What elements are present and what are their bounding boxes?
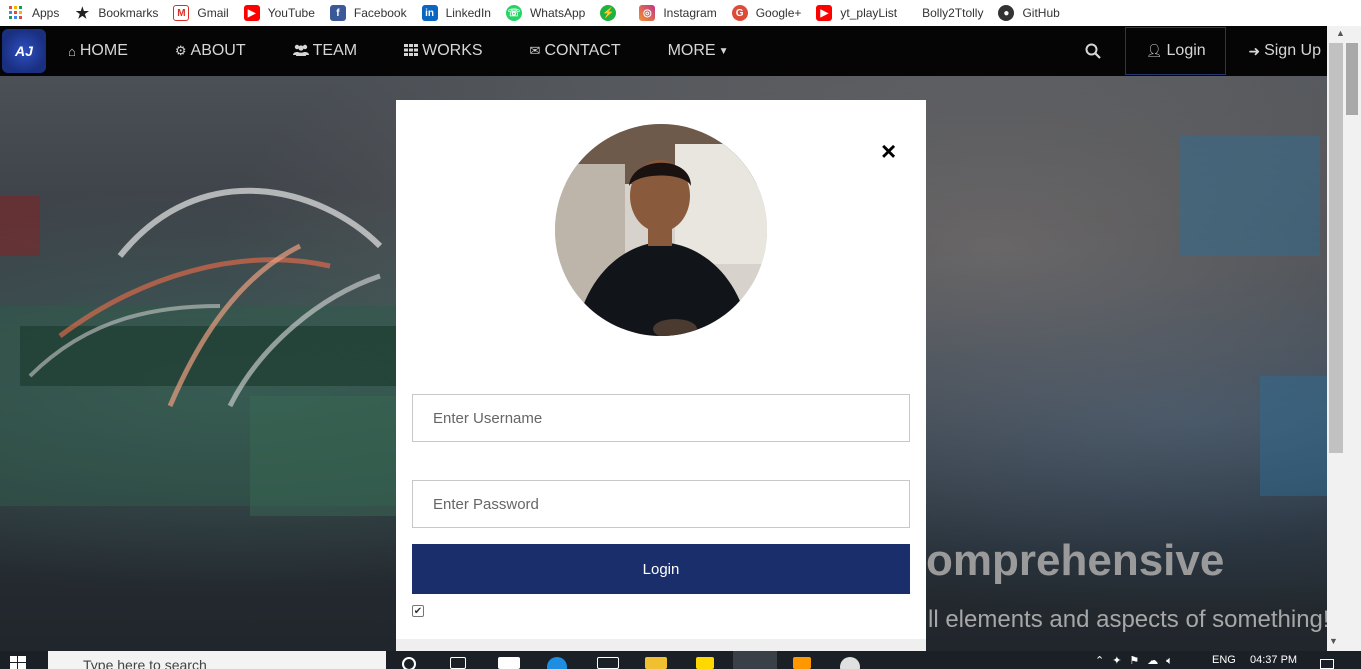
bookmark-label: Bookmarks — [98, 6, 159, 20]
bookmark-label: GitHub — [1022, 6, 1060, 20]
bookmark-github[interactable]: ● GitHub — [998, 5, 1060, 21]
bookmark-linkedin[interactable]: in LinkedIn — [421, 5, 491, 21]
bookmark-label: Gmail — [197, 6, 229, 20]
bookmark-google-plus[interactable]: G Google+ — [731, 5, 802, 21]
remember-me-checkbox[interactable]: ✔ — [412, 605, 424, 617]
whatsapp-icon: ☏ — [505, 5, 522, 21]
language-indicator[interactable]: ENG — [1212, 654, 1236, 666]
bookmark-label: WhatsApp — [529, 6, 586, 20]
nav-works[interactable]: WORKS — [404, 42, 483, 60]
site-logo[interactable]: AJ — [2, 29, 46, 73]
bookmark-bolt[interactable]: ⚡ — [600, 5, 624, 21]
username-input[interactable] — [412, 394, 910, 442]
bookmark-label: LinkedIn — [445, 6, 491, 20]
bookmark-label: Bolly2Ttolly — [922, 6, 984, 20]
gmail-icon: M — [173, 5, 190, 21]
nav-label: TEAM — [312, 42, 358, 59]
bookmark-label: yt_playList — [840, 6, 898, 20]
caret-down-icon: ▼ — [718, 45, 729, 57]
home-icon: ⌂ — [68, 43, 76, 59]
star-icon: ★ — [75, 5, 90, 22]
close-icon[interactable]: × — [881, 138, 896, 164]
nav-right-group: 👤︎ Login ➜ Sign Up — [1083, 26, 1327, 76]
bookmark-bookmarks[interactable]: ★ Bookmarks — [74, 5, 159, 22]
google-plus-icon: G — [731, 5, 748, 21]
avatar — [555, 124, 767, 336]
hero-subtitle: ll elements and aspects of something! — [928, 606, 1327, 633]
login-modal: × Login ✔ — [396, 100, 926, 651]
linkedin-icon: in — [421, 5, 438, 21]
nav-signup-label: Sign Up — [1264, 42, 1321, 59]
users-icon — [292, 44, 309, 59]
bookmark-label: Facebook — [353, 6, 407, 20]
bookmark-yt-playlist[interactable]: ▶ yt_playList — [816, 5, 897, 21]
sublime-icon[interactable] — [793, 657, 811, 669]
nav-label: CONTACT — [544, 42, 621, 59]
youtube-icon: ▶ — [816, 5, 833, 21]
login-submit-button[interactable]: Login — [412, 544, 910, 594]
github-icon: ● — [998, 5, 1015, 21]
bookmark-instagram[interactable]: ◎ Instagram — [639, 5, 717, 21]
scrollbar-thumb-secondary[interactable] — [1346, 43, 1358, 115]
nav-label: HOME — [79, 42, 128, 59]
bookmark-gmail[interactable]: M Gmail — [173, 5, 229, 21]
search-button[interactable] — [1083, 43, 1103, 59]
bookmark-apps[interactable]: Apps — [8, 5, 59, 21]
sticky-notes-icon[interactable] — [696, 657, 714, 669]
taskbar-search-box[interactable]: Type here to search — [48, 651, 386, 669]
nav-label: ABOUT — [190, 42, 246, 59]
paint-icon[interactable] — [840, 657, 860, 669]
nav-label: WORKS — [422, 42, 483, 59]
facebook-icon: f — [329, 5, 346, 21]
instagram-icon: ◎ — [639, 5, 656, 21]
tray-icons[interactable]: ⌃✦⚑☁🔈︎ — [1095, 654, 1181, 668]
bookmark-label: YouTube — [267, 6, 315, 20]
nav-login-button[interactable]: 👤︎ Login — [1125, 27, 1227, 75]
sign-in-icon: ➜ — [1248, 42, 1261, 59]
task-view-icon[interactable] — [450, 657, 466, 669]
nav-more[interactable]: MORE ▼ — [668, 42, 729, 60]
file-explorer-icon[interactable] — [645, 657, 667, 669]
bookmark-label: Google+ — [755, 6, 802, 20]
bookmark-label: Apps — [32, 6, 60, 20]
shopping-bag-icon[interactable] — [597, 657, 619, 669]
apps-grid-icon — [8, 5, 24, 21]
gear-icon: ⚙ — [174, 43, 187, 58]
nav-team[interactable]: TEAM — [292, 42, 358, 60]
system-clock[interactable]: 04:37 PM — [1250, 654, 1297, 666]
nav-home[interactable]: ⌂ HOME — [68, 42, 128, 60]
windows-taskbar: Type here to search ⌃✦⚑☁🔈︎ ENG 04:37 PM — [0, 651, 1361, 669]
store-icon[interactable] — [498, 657, 520, 669]
bookmark-youtube[interactable]: ▶ YouTube — [243, 5, 315, 21]
cortana-icon[interactable] — [402, 657, 416, 669]
scroll-down-arrow-icon[interactable]: ▼ — [1329, 636, 1338, 646]
nav-login-label: Login — [1166, 42, 1206, 59]
nav-label: MORE — [667, 42, 716, 59]
grid-icon — [404, 43, 419, 59]
bookmark-bolly2ttolly[interactable]: Bolly2Ttolly — [922, 6, 983, 20]
envelope-icon: ✉ — [529, 43, 541, 58]
nav-about[interactable]: ⚙ ABOUT — [175, 42, 246, 60]
bookmark-label: Instagram — [663, 6, 717, 20]
nav-signup-button[interactable]: ➜ Sign Up — [1248, 42, 1321, 60]
edge-icon[interactable] — [547, 657, 567, 669]
windows-start-icon[interactable] — [10, 656, 26, 669]
search-icon — [1085, 43, 1102, 59]
bookmark-facebook[interactable]: f Facebook — [329, 5, 407, 21]
bolt-icon: ⚡ — [600, 5, 617, 21]
hero-title: omprehensive — [926, 536, 1225, 585]
bookmarks-bar: Apps ★ Bookmarks M Gmail ▶ YouTube f Fac… — [0, 0, 1361, 26]
nav-contact[interactable]: ✉ CONTACT — [530, 42, 621, 60]
bookmark-whatsapp[interactable]: ☏ WhatsApp — [505, 5, 586, 21]
youtube-icon: ▶ — [243, 5, 260, 21]
password-input[interactable] — [412, 480, 910, 528]
main-navbar: AJ ⌂ HOME ⚙ ABOUT TEAM WORKS ✉ CONTACT M… — [0, 26, 1327, 76]
chrome-icon[interactable] — [733, 651, 777, 669]
user-icon: 👤︎ — [1146, 43, 1163, 58]
taskbar-search-placeholder: Type here to search — [83, 657, 207, 669]
modal-footer — [396, 639, 926, 651]
notification-icon[interactable] — [1320, 659, 1334, 669]
scrollbar-thumb[interactable] — [1329, 43, 1343, 453]
scroll-up-arrow-icon[interactable]: ▲ — [1336, 28, 1345, 38]
